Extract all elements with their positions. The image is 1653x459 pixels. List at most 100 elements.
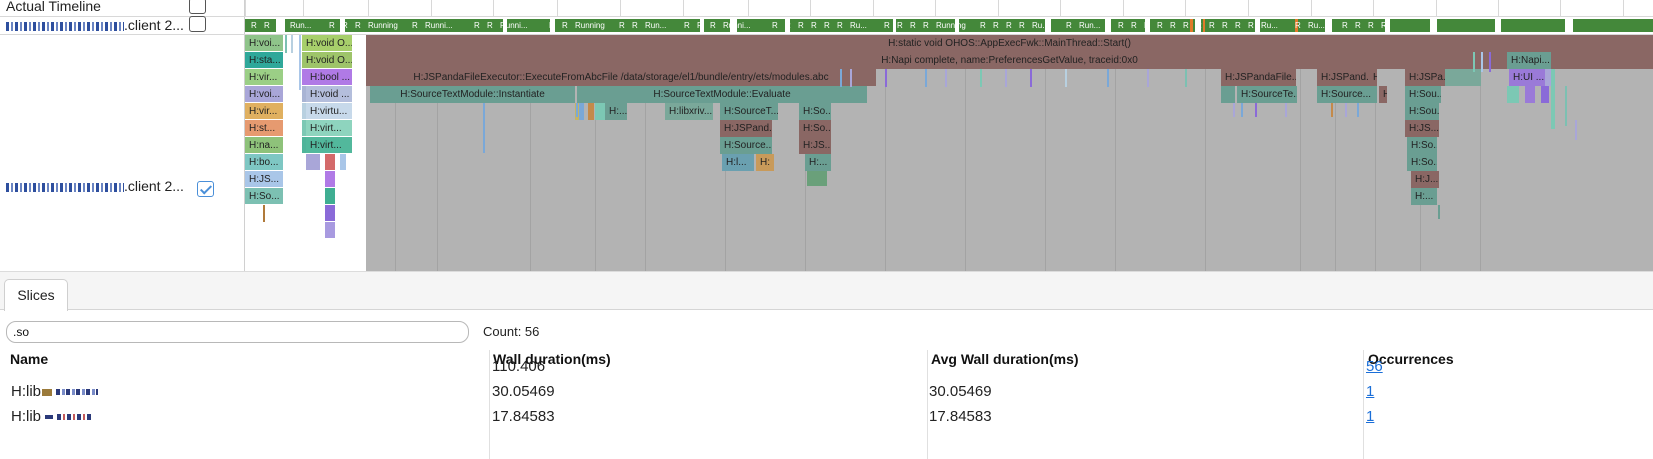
slice-main-thread[interactable]: H:static void OHOS::AppExecFwk::MainThre… <box>366 35 1653 52</box>
thread-state-segment[interactable]: R <box>1019 19 1029 32</box>
thread-state-segment[interactable]: R <box>824 19 834 32</box>
thread-state-segment[interactable]: R <box>798 19 808 32</box>
actual-timeline-checkbox[interactable] <box>189 0 206 14</box>
slice-box[interactable]: H:... <box>605 103 627 120</box>
column-header-avg-wall-duration[interactable]: Avg Wall duration(ms) <box>931 351 1079 367</box>
thread-state-segment[interactable]: R <box>549 19 559 32</box>
thread-state-segment[interactable]: R <box>329 19 339 32</box>
slice-box[interactable] <box>340 154 346 170</box>
thread-state-segment[interactable]: R <box>910 19 920 32</box>
thread-state-segment[interactable]: Ru... <box>1032 19 1063 32</box>
thread-state-segment[interactable]: R <box>1196 19 1206 32</box>
thread-state-segment[interactable]: Ru... <box>1308 19 1339 32</box>
thread-state-segment[interactable]: Ru... <box>1261 19 1292 32</box>
thread-state-segment[interactable]: Run... <box>1079 19 1115 32</box>
thread-state-segment[interactable]: Run... <box>645 19 681 32</box>
slice-box[interactable]: H:vir... <box>245 69 283 85</box>
thread-state-segment[interactable]: R <box>1118 19 1128 32</box>
slice-box[interactable]: H:virt... <box>306 137 352 153</box>
slice-box[interactable]: H:JS... <box>799 137 831 154</box>
thread-state-segment[interactable]: R <box>1006 19 1016 32</box>
thread-state-segment[interactable]: Runni... <box>723 19 769 32</box>
slice-box[interactable]: H:J... <box>1411 171 1439 188</box>
slice-stm-evaluate[interactable]: H:SourceTextModule::Evaluate <box>577 86 867 103</box>
timeline-canvas[interactable]: R R R Run... R R R Running R Runni... R R Runni... R R… <box>245 0 1653 271</box>
tab-slices[interactable]: Slices <box>4 279 68 311</box>
slice-box[interactable]: H:bo... <box>245 154 283 170</box>
thread-state-segment[interactable]: R <box>632 19 642 32</box>
slice-box[interactable] <box>325 188 335 204</box>
slice-box[interactable]: H:voi... <box>245 35 283 51</box>
thread-state-track[interactable]: R R R Run... R R R Running R Runni... R R Runni... R R… <box>245 19 1653 32</box>
thread-state-segment[interactable]: R <box>1209 19 1219 32</box>
column-header-name[interactable]: Name <box>10 351 48 367</box>
slice-box[interactable]: H:JSPa... <box>1405 69 1445 86</box>
slice-filter-input[interactable] <box>6 321 469 343</box>
thread-state-segment[interactable]: Running <box>936 19 977 32</box>
slice-box[interactable] <box>1551 69 1555 129</box>
thread-state-segment[interactable]: R <box>884 19 894 32</box>
slice-box[interactable]: H:So... <box>1407 154 1437 171</box>
thread-state-segment[interactable]: Runni... <box>425 19 471 32</box>
thread-state-segment[interactable]: R <box>1131 19 1141 32</box>
thread-state-segment[interactable]: R <box>837 19 847 32</box>
slice-box[interactable]: H:JS... <box>245 171 283 187</box>
thread-state-segment[interactable]: R <box>1295 19 1305 32</box>
slice-box[interactable] <box>325 222 335 238</box>
slice-box[interactable]: H:So... <box>799 120 831 137</box>
thread-state-segment[interactable]: Run... <box>290 19 326 32</box>
slice-box[interactable] <box>579 103 584 120</box>
flame-chart[interactable]: H:static void OHOS::AppExecFwk::MainThre… <box>245 35 1653 271</box>
thread-state-segment[interactable]: R <box>980 19 990 32</box>
row-occurrences-link[interactable]: 1 <box>1366 383 1374 400</box>
slice-box[interactable]: H: <box>756 154 774 171</box>
slice-box[interactable] <box>807 171 827 186</box>
thread-state-segment[interactable]: R <box>277 19 287 32</box>
slice-box[interactable]: H:Source... <box>720 137 772 154</box>
thread-state-segment[interactable]: R <box>487 19 497 32</box>
slice-box[interactable]: H:JS... <box>1405 120 1439 137</box>
slice-box[interactable] <box>1445 69 1481 86</box>
thread-state-segment[interactable]: R <box>1248 19 1258 32</box>
thread-state-segment[interactable]: R <box>1342 19 1352 32</box>
thread-state-segment[interactable]: Running <box>368 19 409 32</box>
thread-state-segment[interactable]: R <box>785 19 795 32</box>
thread-state-segment[interactable]: R <box>412 19 422 32</box>
slice-box[interactable]: H:JSPandaFile... <box>1221 69 1296 86</box>
thread-state-segment[interactable]: R <box>923 19 933 32</box>
thread-state-segment[interactable]: R <box>342 19 352 32</box>
slice-box[interactable]: H:virt... <box>306 120 352 136</box>
thread-state-segment[interactable]: R <box>1368 19 1378 32</box>
slice-box[interactable] <box>1221 86 1235 103</box>
slice-box[interactable] <box>306 154 320 170</box>
slice-box[interactable]: H: <box>1369 69 1377 86</box>
column-divider[interactable] <box>489 350 490 459</box>
slice-box[interactable]: H:So... <box>245 188 283 204</box>
slice-box[interactable]: H:Source... <box>1317 86 1377 103</box>
slice-box[interactable]: H:... <box>1411 188 1437 205</box>
slice-box[interactable]: H:bool ... <box>306 69 352 85</box>
thread-state-segment[interactable]: R <box>1183 19 1193 32</box>
thread-state-segment[interactable]: R <box>1222 19 1232 32</box>
process-row-2-checkbox[interactable] <box>197 181 214 197</box>
slice-box[interactable]: H: <box>1379 86 1387 103</box>
row-occurrences-link[interactable]: 56 <box>1366 358 1383 375</box>
slice-box[interactable] <box>1541 86 1549 103</box>
slice-box[interactable]: H:void O... <box>302 35 352 51</box>
slice-napi-complete[interactable]: H:Napi complete, name:PreferencesGetValu… <box>366 52 1653 69</box>
slice-box[interactable]: H:Sou... <box>1405 103 1439 120</box>
thread-state-segment[interactable]: R <box>993 19 1003 32</box>
slice-box[interactable] <box>595 103 605 120</box>
slice-box[interactable] <box>325 171 335 187</box>
thread-state-segment[interactable]: R <box>619 19 629 32</box>
thread-state-segment[interactable]: R <box>1066 19 1076 32</box>
thread-state-segment[interactable]: R <box>1157 19 1167 32</box>
slice-box[interactable]: H:So... <box>1407 137 1437 154</box>
slice-box[interactable]: H:Sou... <box>1405 86 1441 103</box>
column-divider[interactable] <box>927 350 928 459</box>
thread-state-segment[interactable]: R <box>684 19 694 32</box>
thread-state-segment[interactable]: R <box>897 19 907 32</box>
slice-box[interactable]: H:libxriv... <box>665 103 713 120</box>
thread-state-segment[interactable]: R <box>1170 19 1180 32</box>
slice-box[interactable]: H:SourceTe... <box>1237 86 1297 103</box>
